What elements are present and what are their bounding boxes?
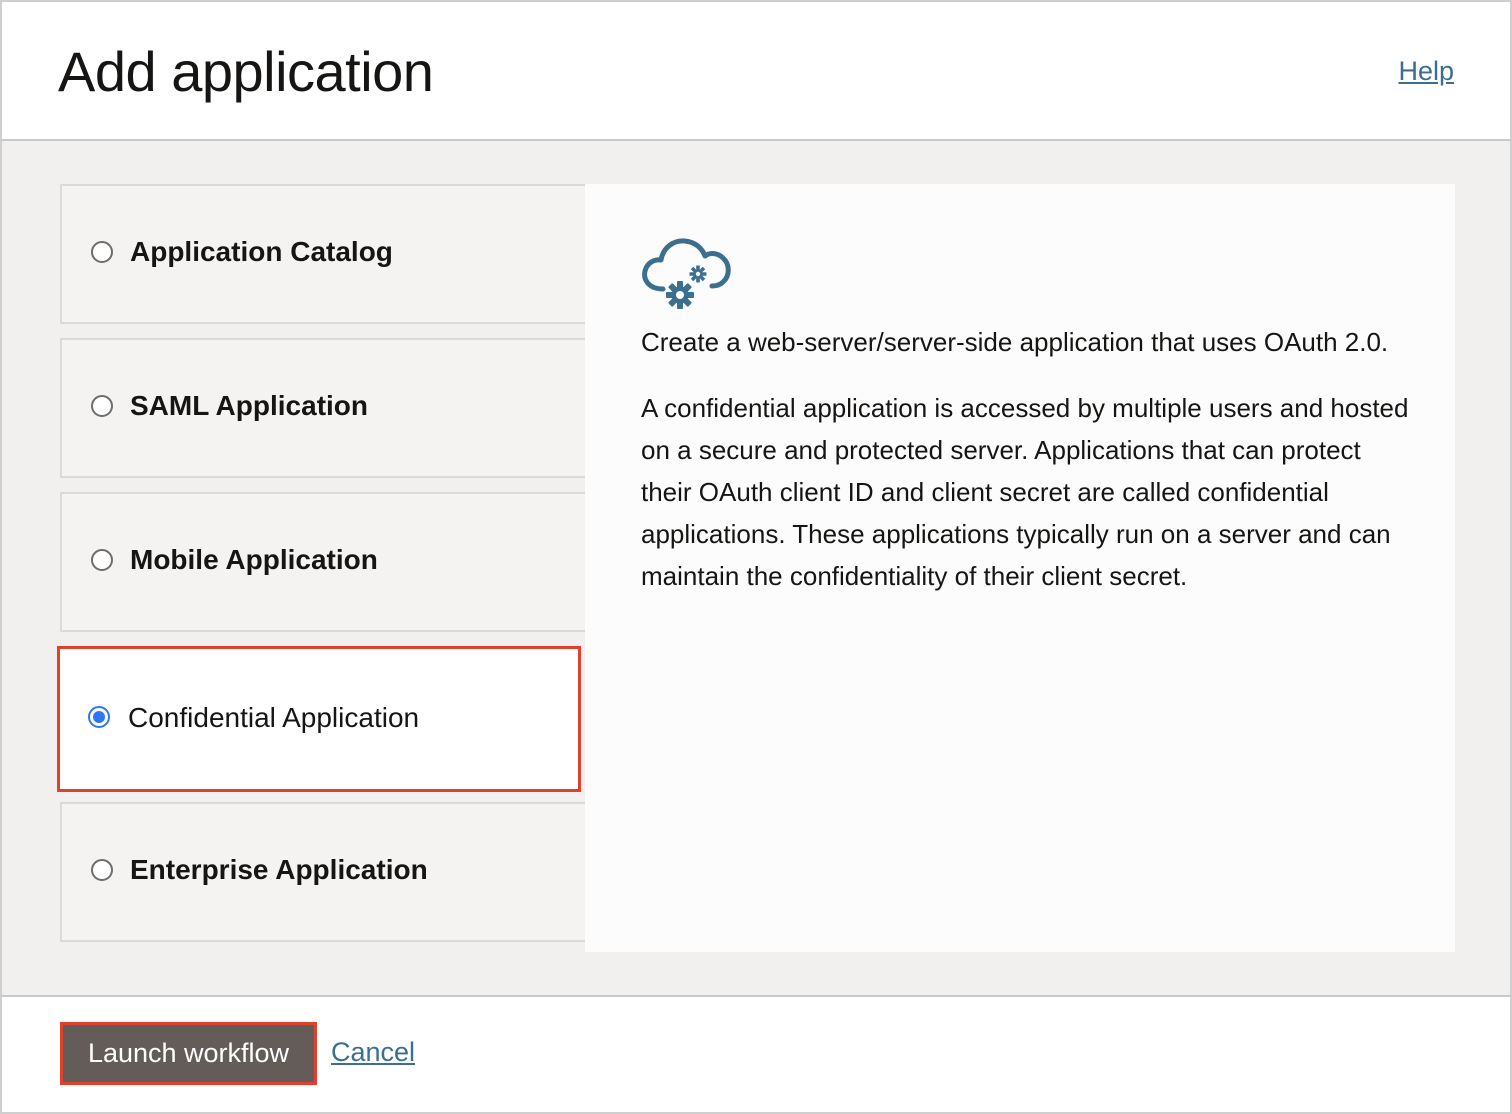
dialog-footer: Launch workflow Cancel <box>2 997 1510 1112</box>
radio-button[interactable] <box>91 241 113 263</box>
cloud-gears-icon <box>641 234 733 314</box>
option-application-catalog[interactable]: Application Catalog <box>60 184 585 324</box>
option-label: Mobile Application <box>130 544 378 575</box>
radio-button[interactable] <box>91 549 113 571</box>
option-description-panel: Create a web-server/server-side applicat… <box>585 184 1455 952</box>
radio-button-selected[interactable] <box>88 706 110 728</box>
dialog-header: Add application Help <box>2 2 1510 141</box>
application-type-list: Application Catalog SAML Application Mob… <box>57 184 585 956</box>
option-label: Application Catalog <box>130 236 393 267</box>
option-description: Create a web-server/server-side applicat… <box>641 321 1411 621</box>
option-confidential-application[interactable]: Confidential Application <box>57 646 581 792</box>
option-label: SAML Application <box>130 390 368 421</box>
option-saml-application[interactable]: SAML Application <box>60 338 585 478</box>
help-link[interactable]: Help <box>1398 56 1454 87</box>
option-label: Enterprise Application <box>130 854 428 885</box>
option-mobile-application[interactable]: Mobile Application <box>60 492 585 632</box>
description-summary: Create a web-server/server-side applicat… <box>641 327 1389 357</box>
add-application-dialog: Add application Help Application Catalog… <box>0 0 1512 1114</box>
description-body: A confidential application is accessed b… <box>641 393 1409 591</box>
dialog-title: Add application <box>58 40 434 103</box>
launch-workflow-button[interactable]: Launch workflow <box>60 1022 317 1085</box>
radio-button[interactable] <box>91 395 113 417</box>
cancel-link[interactable]: Cancel <box>331 1037 415 1068</box>
radio-button[interactable] <box>91 859 113 881</box>
option-label: Confidential Application <box>128 702 420 733</box>
dialog-body: Application Catalog SAML Application Mob… <box>2 141 1510 997</box>
option-enterprise-application[interactable]: Enterprise Application <box>60 802 585 942</box>
